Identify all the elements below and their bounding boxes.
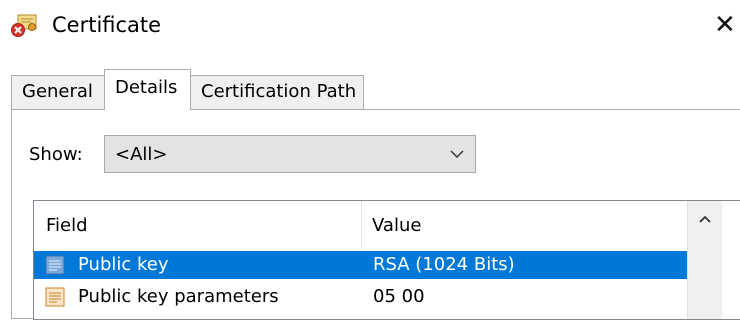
tab-certification-path[interactable]: Certification Path	[190, 75, 364, 109]
tab-details[interactable]: Details	[104, 69, 191, 110]
close-button[interactable]: ✕	[714, 6, 740, 44]
column-header-field[interactable]: Field	[34, 201, 362, 248]
field-icon	[45, 287, 65, 307]
certificate-error-icon	[10, 12, 40, 40]
title-bar: Certificate ✕	[0, 0, 740, 52]
scrollbar-track[interactable]	[687, 248, 722, 319]
show-label: Show:	[29, 144, 83, 165]
list-item[interactable]: Public key parameters 05 00	[34, 283, 687, 311]
show-dropdown[interactable]: <All>	[104, 135, 476, 173]
row-value: 05 00	[373, 286, 425, 307]
row-field: Public key	[78, 254, 169, 275]
show-dropdown-value: <All>	[115, 144, 168, 165]
tab-general[interactable]: General	[11, 75, 105, 109]
fields-list[interactable]: Field Value Public key RSA (1024 Bits) P…	[33, 200, 740, 320]
column-header-value[interactable]: Value	[362, 201, 687, 248]
row-field: Public key parameters	[78, 286, 279, 307]
chevron-up-icon	[699, 215, 711, 223]
row-value: RSA (1024 Bits)	[373, 254, 515, 275]
window-title: Certificate	[52, 13, 162, 37]
scroll-up-button[interactable]	[687, 201, 722, 248]
list-item[interactable]: Public key RSA (1024 Bits)	[34, 251, 687, 279]
field-icon	[45, 255, 65, 275]
chevron-down-icon	[449, 146, 465, 162]
